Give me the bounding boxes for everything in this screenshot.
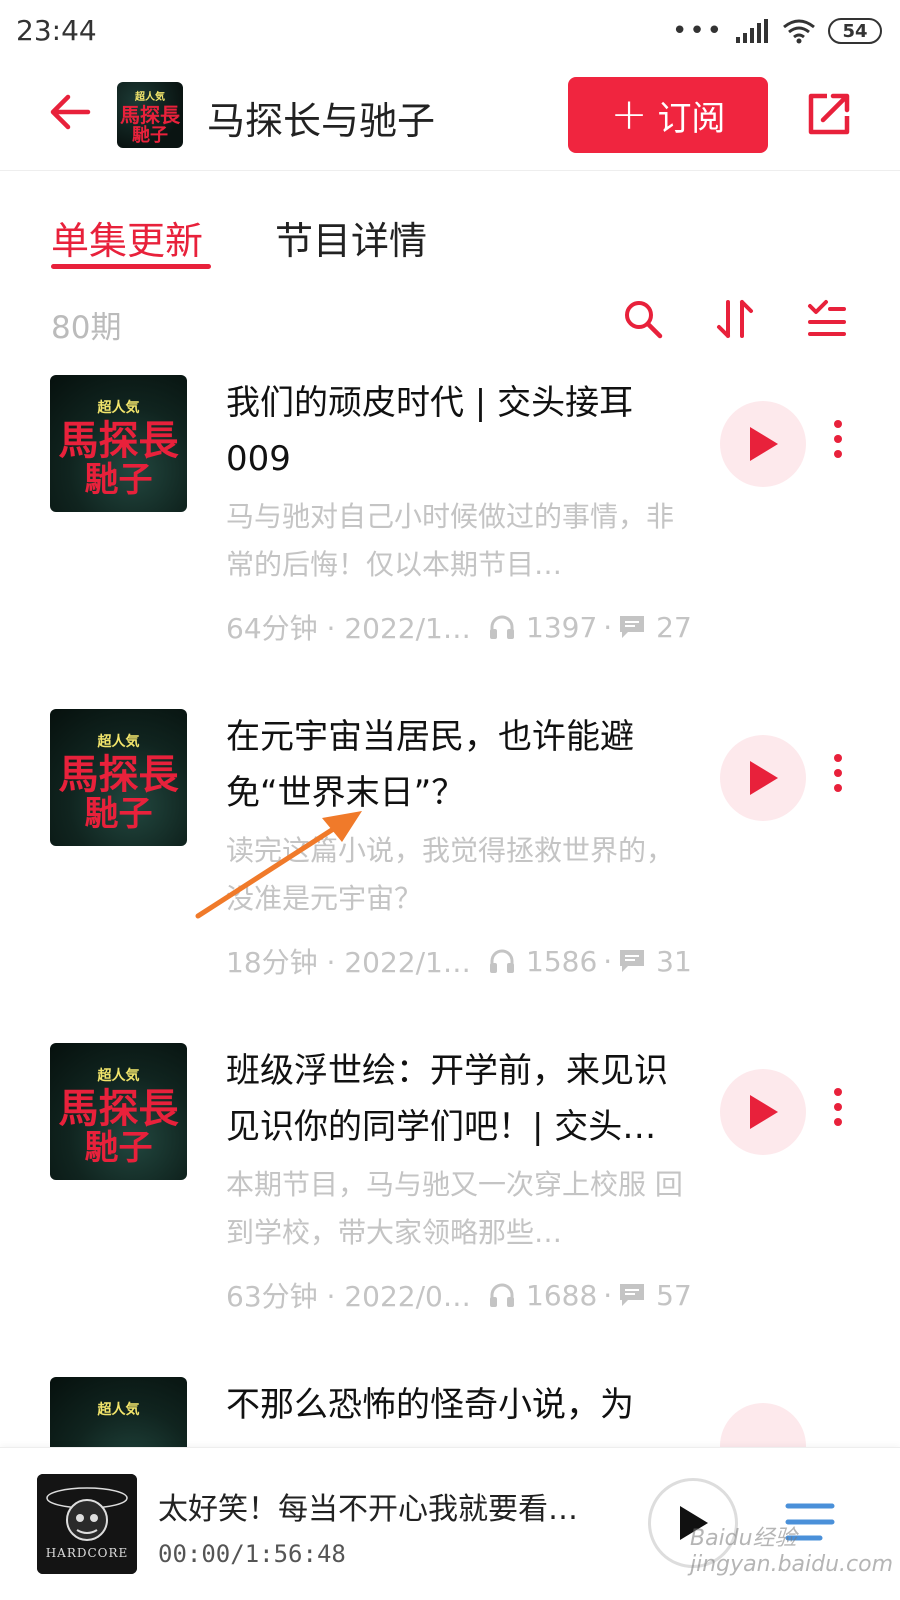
episode-item[interactable]: 超人気 不那么恐怖的怪奇小说，为	[0, 1377, 900, 1447]
wifi-icon	[783, 19, 815, 44]
watermark-text: Baidu经验 jingyan.baidu.com	[690, 1526, 894, 1577]
episode-duration-date: 64分钟 · 2022/1…	[226, 612, 471, 645]
episode-play-count: 1397	[526, 610, 598, 644]
more-options-icon[interactable]	[832, 1087, 844, 1127]
episode-title[interactable]: 在元宇宙当居民，也许能避免“世界末日”？	[226, 709, 696, 821]
episode-meta: 18分钟 · 2022/1… 1586 · 31	[226, 941, 696, 981]
header-divider	[0, 170, 900, 171]
back-arrow-icon[interactable]	[48, 90, 92, 134]
subscribe-label: 订阅	[657, 98, 726, 139]
status-time: 23:44	[16, 14, 97, 47]
comment-icon	[620, 1284, 645, 1306]
battery-indicator: 54	[828, 18, 882, 44]
now-playing-cover: HARDCORE	[37, 1474, 137, 1574]
episode-play-button[interactable]	[720, 1069, 806, 1155]
podcast-title: 马探长与驰子	[207, 99, 436, 143]
episode-title[interactable]: 我们的顽皮时代 | 交头接耳009	[226, 375, 696, 487]
now-playing-time: 00:00/1:56:48	[158, 1540, 346, 1568]
episode-count: 80期	[51, 310, 122, 346]
episode-play-count: 1586	[526, 944, 598, 978]
episode-description: 读完这篇小说，我觉得拯救世界的，没准是元宇宙？	[226, 834, 675, 915]
headphones-icon	[490, 615, 514, 639]
meta-separator: ·	[603, 610, 613, 644]
active-tab-indicator	[51, 264, 211, 269]
cover-main-label: 馬探長	[58, 417, 179, 464]
more-options-icon[interactable]	[832, 419, 844, 459]
cover-main-label: 馬探長	[120, 103, 180, 127]
episode-item[interactable]: 超人気 馬探長 馳子 班级浮世绘：开学前，来见识见识你的同学们吧！| 交头… 本…	[0, 1043, 900, 1383]
play-icon	[750, 1095, 778, 1129]
episode-play-button[interactable]	[720, 1403, 806, 1447]
comment-icon	[620, 950, 645, 972]
comment-icon	[620, 616, 645, 638]
cover-top-label: 超人気	[97, 1402, 140, 1418]
episode-comment-count: 31	[656, 944, 692, 978]
episode-cover: 超人気 馬探長 馳子	[50, 709, 187, 846]
cover-sub-label: 馳子	[84, 1128, 153, 1168]
dots-icon: •••	[671, 16, 724, 46]
more-options-icon[interactable]	[832, 753, 844, 793]
cover-sub-label: 馳子	[84, 794, 153, 834]
cover-main-label: 馬探長	[58, 751, 179, 798]
episode-comment-count: 57	[656, 1278, 692, 1312]
play-icon	[750, 761, 778, 795]
cover-top-label: 超人気	[135, 92, 165, 103]
episode-title[interactable]: 班级浮世绘：开学前，来见识见识你的同学们吧！| 交头…	[226, 1043, 696, 1155]
episode-comment-count: 27	[656, 610, 692, 644]
now-playing-title[interactable]: 太好笑！每当不开心我就要看…	[158, 1484, 598, 1528]
cover-top-label: 超人気	[97, 1068, 140, 1084]
subscribe-button[interactable]: + 订阅	[568, 77, 768, 153]
signal-icon	[736, 19, 768, 43]
episode-play-count: 1688	[526, 1278, 598, 1312]
episode-description: 马与驰对自己小时候做过的事情，非常的后悔！仅以本期节目…	[226, 500, 675, 581]
cover-sub-label: 馳子	[132, 125, 168, 146]
play-icon	[750, 427, 778, 461]
search-icon[interactable]	[622, 298, 664, 340]
cover-main-label: 馬探長	[58, 1085, 179, 1132]
episode-cover: 超人気 馬探長 馳子	[50, 375, 187, 512]
headphones-icon	[490, 949, 514, 973]
headphones-icon	[490, 1283, 514, 1307]
tab-episodes[interactable]: 单集更新	[51, 210, 203, 265]
episode-meta: 63分钟 · 2022/0… 1688 · 57	[226, 1275, 696, 1315]
episode-item[interactable]: 超人気 馬探長 馳子 在元宇宙当居民，也许能避免“世界末日”？ 读完这篇小说，我…	[0, 709, 900, 1049]
episode-description: 本期节目，马与驰又一次穿上校服 回到学校，带大家领略那些…	[226, 1168, 683, 1249]
episode-cover: 超人気 馬探長 馳子	[50, 1043, 187, 1180]
meta-separator: ·	[603, 1278, 613, 1312]
tab-details[interactable]: 节目详情	[275, 210, 427, 265]
cover-top-label: 超人気	[97, 400, 140, 416]
episode-title[interactable]: 不那么恐怖的怪奇小说，为	[226, 1377, 696, 1433]
podcast-cover-thumbnail: 超人気 馬探長 馳子	[117, 82, 183, 148]
episode-cover: 超人気	[50, 1377, 187, 1447]
cover-top-label: 超人気	[97, 734, 140, 750]
episode-duration-date: 18分钟 · 2022/1…	[226, 946, 471, 979]
episode-duration-date: 63分钟 · 2022/0…	[226, 1280, 471, 1313]
meta-separator: ·	[603, 944, 613, 978]
plus-icon: +	[610, 89, 648, 140]
status-icons: ••• 54	[672, 16, 882, 46]
multi-select-icon[interactable]	[806, 298, 848, 340]
episode-meta: 64分钟 · 2022/1… 1397 · 27	[226, 607, 696, 647]
cover-sub-label: 馳子	[84, 460, 153, 500]
now-playing-cover-label: HARDCORE	[45, 1546, 129, 1560]
share-icon[interactable]	[805, 90, 853, 138]
episode-item[interactable]: 超人気 馬探長 馳子 我们的顽皮时代 | 交头接耳009 马与驰对自己小时候做过…	[0, 375, 900, 715]
episode-play-button[interactable]	[720, 735, 806, 821]
sort-icon[interactable]	[714, 298, 756, 340]
episode-play-button[interactable]	[720, 401, 806, 487]
